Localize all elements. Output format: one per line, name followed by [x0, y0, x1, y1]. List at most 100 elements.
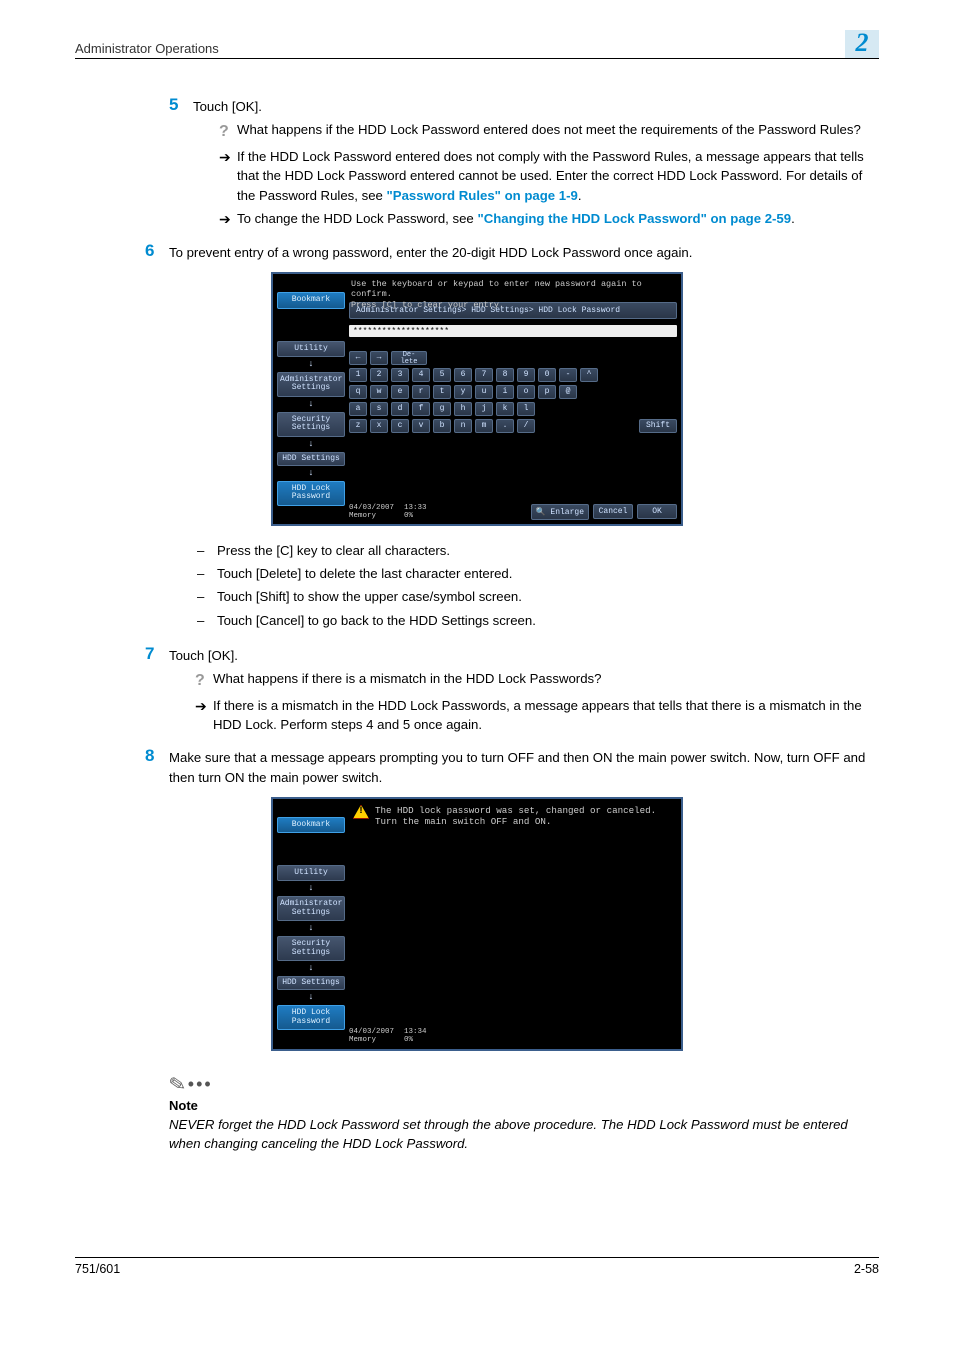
step-text: Touch [OK]. [169, 646, 879, 665]
side-bookmark[interactable]: Bookmark [277, 817, 345, 833]
side-hdd-lock[interactable]: HDD Lock Password [277, 481, 345, 506]
key[interactable]: . [496, 419, 514, 433]
question-text: What happens if the HDD Lock Password en… [237, 120, 861, 143]
key[interactable]: 2 [370, 368, 388, 382]
key[interactable]: 3 [391, 368, 409, 382]
key[interactable]: y [454, 385, 472, 399]
enlarge-button[interactable]: 🔍 Enlarge [531, 504, 589, 520]
side-hdd[interactable]: HDD Settings [277, 452, 345, 466]
list-item: Touch [Delete] to delete the last charac… [217, 564, 512, 583]
key[interactable]: 8 [496, 368, 514, 382]
step-number: 5 [169, 95, 193, 115]
key[interactable]: v [412, 419, 430, 433]
key[interactable]: u [475, 385, 493, 399]
key[interactable]: ^ [580, 368, 598, 382]
dash-icon: – [195, 611, 217, 630]
key[interactable]: d [391, 402, 409, 416]
key[interactable]: o [517, 385, 535, 399]
side-utility[interactable]: Utility [277, 865, 345, 881]
key[interactable]: m [475, 419, 493, 433]
key[interactable]: r [412, 385, 430, 399]
key[interactable]: h [454, 402, 472, 416]
link-password-rules[interactable]: "Password Rules" on page 1-9 [387, 188, 578, 203]
key[interactable]: q [349, 385, 367, 399]
note-text: NEVER forget the HDD Lock Password set t… [169, 1115, 879, 1153]
link-changing-hdd-lock[interactable]: "Changing the HDD Lock Password" on page… [477, 211, 791, 226]
side-bookmark[interactable]: Bookmark [277, 292, 345, 308]
step-6: 6 To prevent entry of a wrong password, … [75, 241, 879, 262]
key[interactable]: 1 [349, 368, 367, 382]
step-8: 8 Make sure that a message appears promp… [75, 746, 879, 786]
key[interactable]: a [349, 402, 367, 416]
key[interactable]: l [517, 402, 535, 416]
step-7: 7 Touch [OK]. ? What happens if there is… [75, 644, 879, 735]
dash-icon: – [195, 587, 217, 606]
key[interactable]: z [349, 419, 367, 433]
header-title: Administrator Operations [75, 41, 219, 56]
side-utility[interactable]: Utility [277, 341, 345, 357]
key[interactable]: j [475, 402, 493, 416]
list-item: Touch [Shift] to show the upper case/sym… [217, 587, 522, 606]
side-security[interactable]: Security Settings [277, 936, 345, 961]
side-security[interactable]: Security Settings [277, 412, 345, 437]
side-hdd-lock[interactable]: HDD Lock Password [277, 1005, 345, 1030]
chevron-down-icon: ↓ [277, 439, 345, 450]
side-hdd[interactable]: HDD Settings [277, 976, 345, 990]
chevron-down-icon: ↓ [277, 992, 345, 1003]
key-left-icon[interactable]: ← [349, 351, 367, 365]
arrow-icon: ➔ [219, 209, 237, 229]
key[interactable]: s [370, 402, 388, 416]
dash-icon: – [195, 564, 217, 583]
key[interactable]: k [496, 402, 514, 416]
footer-page: 2-58 [854, 1262, 879, 1276]
key[interactable]: g [433, 402, 451, 416]
arrow-icon: ➔ [219, 147, 237, 204]
list-item: Touch [Cancel] to go back to the HDD Set… [217, 611, 536, 630]
key[interactable]: t [433, 385, 451, 399]
key[interactable]: e [391, 385, 409, 399]
pencil-icon: ✎ [167, 1070, 188, 1098]
key[interactable]: f [412, 402, 430, 416]
step-text: Make sure that a message appears prompti… [169, 748, 879, 786]
keyboard: ← → De- lete 1234567890-^ qwertyuiop@ as… [349, 351, 677, 433]
dash-icon: – [195, 541, 217, 560]
chevron-down-icon: ↓ [277, 883, 345, 894]
chevron-down-icon: ↓ [277, 468, 345, 479]
chevron-down-icon: ↓ [277, 359, 345, 370]
key[interactable]: x [370, 419, 388, 433]
key-delete[interactable]: De- lete [391, 351, 427, 365]
warning-icon: ! [353, 805, 369, 819]
key[interactable]: 7 [475, 368, 493, 382]
arrow-icon: ➔ [195, 696, 213, 734]
answer-text: To change the HDD Lock Password, see "Ch… [237, 209, 795, 229]
note-label: Note [169, 1098, 879, 1113]
password-input[interactable]: ******************** [349, 325, 677, 337]
key[interactable]: @ [559, 385, 577, 399]
step-number: 6 [145, 241, 169, 261]
key[interactable]: - [559, 368, 577, 382]
key[interactable]: n [454, 419, 472, 433]
side-admin[interactable]: Administrator Settings [277, 372, 345, 397]
question-icon: ? [195, 669, 213, 692]
side-admin[interactable]: Administrator Settings [277, 896, 345, 921]
key[interactable]: 5 [433, 368, 451, 382]
step-text: To prevent entry of a wrong password, en… [169, 243, 879, 262]
key-shift[interactable]: Shift [639, 419, 677, 433]
key[interactable]: / [517, 419, 535, 433]
key[interactable]: c [391, 419, 409, 433]
key[interactable]: 0 [538, 368, 556, 382]
answer-text: If the HDD Lock Password entered does no… [237, 147, 879, 204]
note-block: ✎ ••• Note NEVER forget the HDD Lock Pas… [169, 1072, 879, 1153]
key[interactable]: 9 [517, 368, 535, 382]
ok-button[interactable]: OK [637, 504, 677, 519]
answer-text: If there is a mismatch in the HDD Lock P… [213, 696, 879, 734]
key[interactable]: w [370, 385, 388, 399]
key[interactable]: 6 [454, 368, 472, 382]
key[interactable]: i [496, 385, 514, 399]
status-datetime: 04/03/200713:33 Memory0% [349, 504, 527, 521]
key[interactable]: p [538, 385, 556, 399]
cancel-button[interactable]: Cancel [593, 504, 633, 519]
key-right-icon[interactable]: → [370, 351, 388, 365]
key[interactable]: b [433, 419, 451, 433]
key[interactable]: 4 [412, 368, 430, 382]
